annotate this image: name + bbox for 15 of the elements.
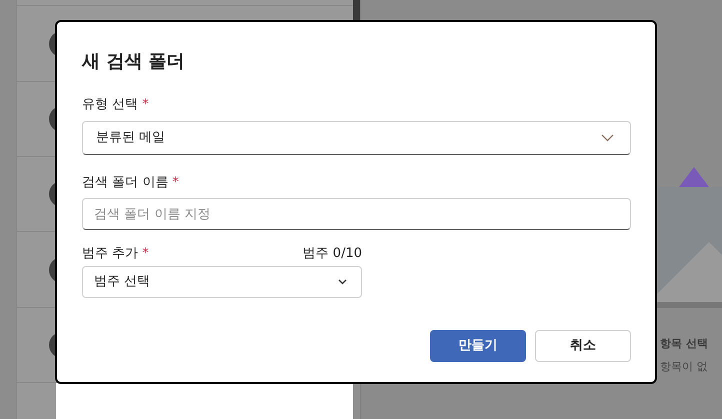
field-label: 범주 추가 * xyxy=(82,245,149,263)
empty-title: 항목 선택 xyxy=(660,336,708,352)
folder-name-field[interactable]: 검색 폴더 이름 지정 xyxy=(82,198,631,230)
empty-subtitle: 항목이 없 xyxy=(660,358,708,374)
chevron-down-icon xyxy=(338,278,347,284)
create-button[interactable]: 만들기 xyxy=(430,330,526,362)
chevron-down-icon xyxy=(601,134,614,142)
category-dropdown[interactable]: 범주 선택 xyxy=(82,266,362,298)
scrollbar[interactable] xyxy=(353,0,360,20)
field-label: 유형 선택 * xyxy=(82,96,150,114)
type-dropdown[interactable]: 분류된 메일 xyxy=(82,120,631,154)
dialog-title: 새 검색 폴더 xyxy=(82,50,186,74)
field-label: 검색 폴더 이름 * xyxy=(82,174,180,192)
category-counter: 범주 0/10 xyxy=(302,245,362,263)
cancel-button[interactable]: 취소 xyxy=(535,330,631,362)
